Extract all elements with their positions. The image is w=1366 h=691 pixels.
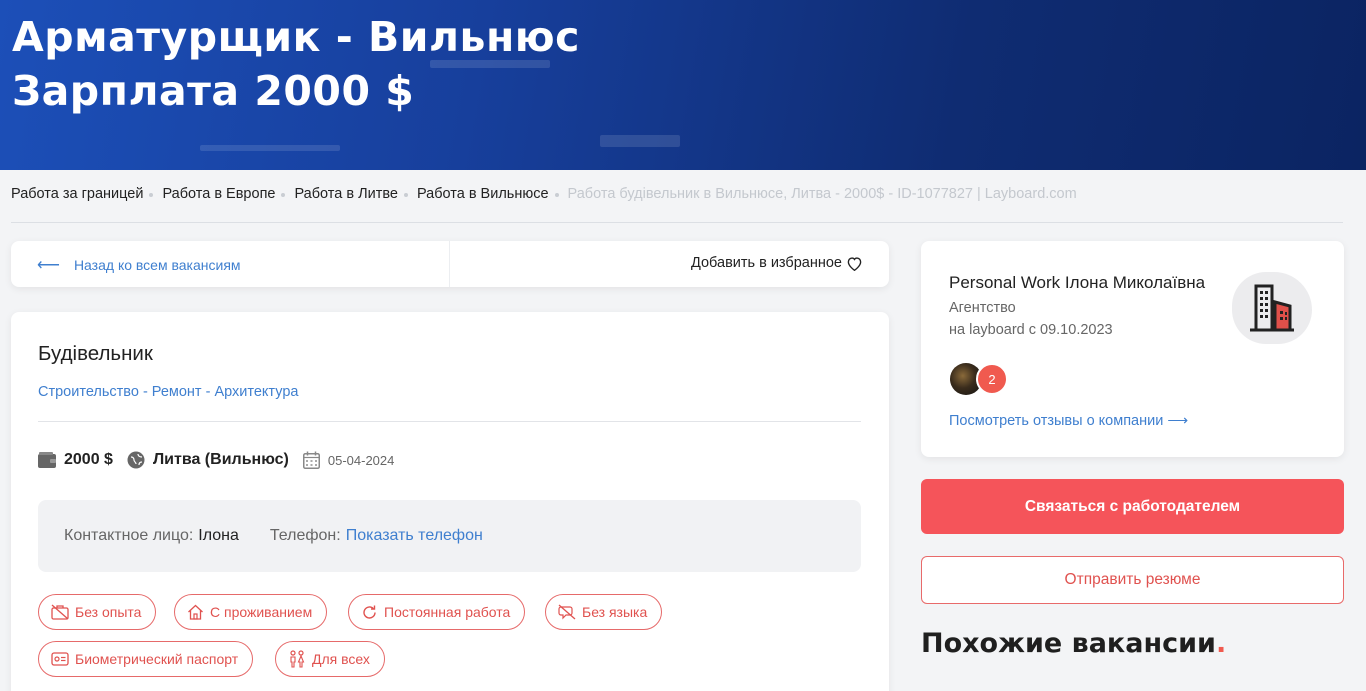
back-bar: ⟵ Назад ко всем вакансиям Добавить в изб… [11, 241, 889, 287]
company-card: Personal Work Ілона Миколаївна Агентство… [921, 241, 1344, 457]
breadcrumb-item-abroad[interactable]: Работа за границей [11, 186, 143, 202]
similar-title-dot: . [1215, 628, 1227, 659]
contact-box: Контактное лицо: Ілона Телефон: Показать… [38, 500, 861, 572]
contact-person-label: Контактное лицо: [64, 527, 194, 544]
breadcrumb-separator [149, 193, 154, 197]
tag-no-experience[interactable]: Без опыта [38, 594, 157, 630]
heart-icon [847, 256, 862, 271]
phone-label: Телефон: [269, 527, 341, 544]
job-card: Будівельник Строительство - Ремонт - Арх… [11, 312, 889, 691]
people-icon [290, 650, 305, 668]
briefcase-icon [51, 604, 69, 620]
tag-label: Без языка [582, 604, 648, 620]
divider [11, 222, 1343, 223]
similar-title: Похожие вакансии [921, 628, 1216, 659]
divider [38, 421, 861, 422]
tag-for-everyone[interactable]: Для всех [275, 641, 385, 677]
job-meta: 2000 $ Литва (Вильнюс) 05-04-2024 [38, 451, 408, 469]
company-name[interactable]: Personal Work Ілона Миколаївна [949, 273, 1205, 293]
breadcrumb-item-europe[interactable]: Работа в Европе [162, 186, 275, 202]
page-title: Арматурщик - Вильнюс Зарплата 2000 $ [12, 10, 580, 118]
no-language-icon [558, 604, 576, 620]
back-link-label: Назад ко всем вакансиям [73, 257, 241, 273]
salary-value: 2000 $ [64, 451, 113, 468]
calendar-icon [302, 451, 320, 469]
date-value: 05-04-2024 [327, 452, 395, 468]
add-to-favorites-button[interactable]: Добавить в избранное [691, 255, 863, 271]
hero-banner: Арматурщик - Вильнюс Зарплата 2000 $ [0, 0, 1366, 170]
globe-icon [127, 451, 145, 469]
breadcrumb-current: Работа будівельник в Вильнюсе, Литва - 2… [567, 186, 1077, 202]
tag-no-language[interactable]: Без языка [545, 594, 663, 630]
location-value: Литва (Вильнюс) [152, 451, 289, 468]
favorite-label: Добавить в избранное [690, 255, 842, 271]
show-phone-link[interactable]: Показать телефон [346, 527, 483, 545]
building-icon [1250, 284, 1294, 332]
back-arrow-icon: ⟵ [37, 257, 60, 274]
reviews-count-badge: 2 [976, 363, 1008, 395]
breadcrumb-separator [554, 193, 559, 197]
passport-icon [51, 652, 69, 666]
breadcrumb: Работа за границей Работа в Европе Работ… [11, 186, 1077, 202]
salary: 2000 $ [38, 451, 113, 469]
wallet-icon [38, 452, 56, 468]
page-title-line2: Зарплата 2000 $ [12, 67, 415, 115]
back-to-vacancies-link[interactable]: ⟵ Назад ко всем вакансиям [37, 255, 241, 275]
contact-employer-button[interactable]: Связаться с работодателем [921, 479, 1344, 534]
breadcrumb-item-lithuania[interactable]: Работа в Литве [294, 186, 397, 202]
tag-label: Биометрический паспорт [75, 651, 239, 667]
refresh-icon [363, 605, 376, 619]
job-category-link[interactable]: Строительство - Ремонт - Архитектура [38, 384, 298, 400]
location: Литва (Вильнюс) [127, 451, 289, 469]
company-type: Агентство [949, 300, 1016, 316]
tag-label: Без опыта [75, 604, 142, 620]
page-title-line1: Арматурщик - Вильнюс [12, 13, 580, 61]
hero-decoration [600, 135, 680, 147]
tag-label: С проживанием [210, 604, 313, 620]
divider [449, 241, 450, 287]
job-title: Будівельник [38, 342, 153, 365]
company-logo [1232, 272, 1312, 344]
breadcrumb-separator [281, 193, 286, 197]
tag-biometric-passport[interactable]: Биометрический паспорт [38, 641, 254, 677]
tag-accommodation[interactable]: С проживанием [174, 594, 328, 630]
tag-permanent-job[interactable]: Постоянная работа [348, 594, 526, 630]
similar-vacancies-heading: Похожие вакансии. [921, 628, 1226, 659]
breadcrumb-separator [403, 193, 408, 197]
home-icon [188, 604, 203, 620]
tag-label: Для всех [312, 651, 370, 667]
hero-decoration [200, 145, 340, 151]
tag-label: Постоянная работа [384, 604, 511, 620]
send-resume-button[interactable]: Отправить резюме [921, 556, 1344, 604]
company-since: на layboard с 09.10.2023 [949, 322, 1113, 338]
company-reviews-link[interactable]: Посмотреть отзывы о компании ⟶ [949, 413, 1188, 429]
breadcrumb-item-vilnius[interactable]: Работа в Вильнюсе [417, 186, 549, 202]
publish-date: 05-04-2024 [302, 451, 395, 469]
contact-person-value: Ілона [198, 527, 239, 544]
